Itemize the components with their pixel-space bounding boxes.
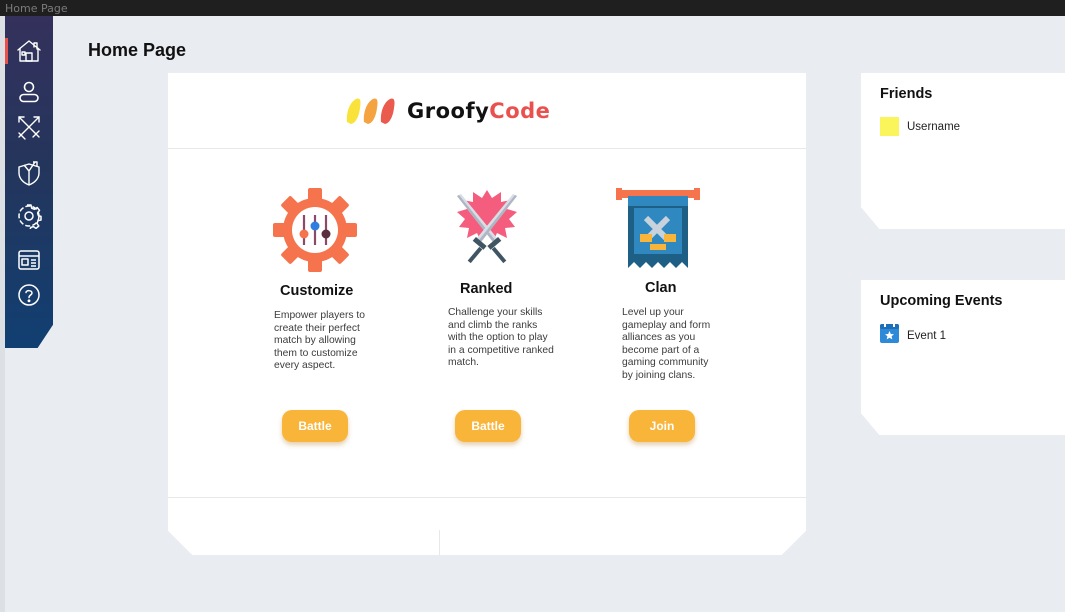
brand-name-part1: Groofy <box>407 99 490 123</box>
main-card: GroofyCode Customize Empower players to … <box>168 73 806 555</box>
gear-icon[interactable] <box>16 203 42 229</box>
brand-name: GroofyCode <box>407 99 550 123</box>
event-name: Event 1 <box>907 329 946 342</box>
events-panel: Upcoming Events Event 1 <box>861 280 1065 435</box>
customize-battle-button[interactable]: Battle <box>282 410 348 442</box>
clan-join-button[interactable]: Join <box>629 410 695 442</box>
avatar <box>880 117 899 136</box>
card-footer-divider <box>168 497 806 498</box>
friend-username: Username <box>907 120 961 133</box>
user-icon[interactable] <box>16 79 42 105</box>
frame-edge <box>0 16 5 612</box>
card-footer-separator <box>439 530 440 555</box>
feature-description: Empower players to create their perfect … <box>274 310 365 372</box>
crossed-swords-icon <box>451 188 523 273</box>
active-indicator <box>5 38 8 64</box>
feature-description: Challenge your skills and climb the rank… <box>448 307 554 369</box>
sidebar <box>5 16 53 348</box>
clan-banner-icon <box>616 188 700 277</box>
card-header: GroofyCode <box>168 73 806 149</box>
feature-title: Ranked <box>460 281 513 297</box>
ranked-battle-button[interactable]: Battle <box>455 410 521 442</box>
brand-name-part2: Code <box>489 99 551 123</box>
event-item[interactable]: Event 1 <box>880 323 946 348</box>
window-title: Home Page <box>5 2 68 15</box>
friends-title: Friends <box>880 86 933 102</box>
events-title: Upcoming Events <box>880 293 1003 309</box>
crossed-arrows-icon[interactable] <box>16 114 42 140</box>
friends-panel: Friends Username <box>861 73 1065 229</box>
calendar-star-icon <box>880 323 899 348</box>
page-title: Home Page <box>88 40 187 60</box>
friend-item[interactable]: Username <box>880 117 960 136</box>
shield-icon[interactable] <box>16 160 42 186</box>
feature-description: Level up your gameplay and form alliance… <box>622 307 711 381</box>
home-icon[interactable] <box>16 38 42 64</box>
feature-title: Clan <box>645 280 677 296</box>
logo-mark-icon <box>346 98 395 124</box>
brand-logo: GroofyCode <box>345 96 550 126</box>
feature-title: Customize <box>280 283 354 299</box>
gear-sliders-icon <box>273 188 357 277</box>
news-icon[interactable] <box>16 247 42 273</box>
window-titlebar: Home Page <box>0 0 1065 16</box>
help-icon[interactable] <box>16 282 42 308</box>
